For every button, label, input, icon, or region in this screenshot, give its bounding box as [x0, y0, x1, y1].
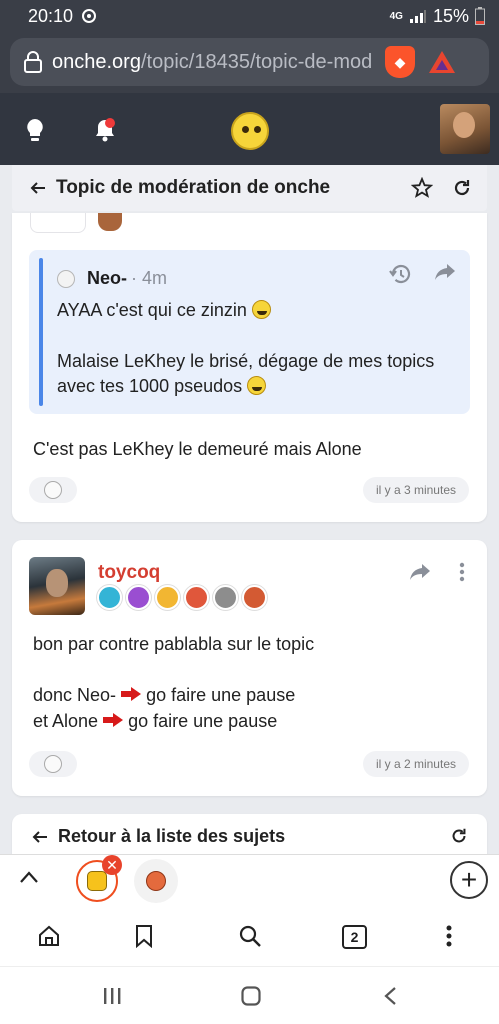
post-line-3: et Alone go faire une pause — [33, 711, 278, 731]
brave-shields-icon[interactable]: ◆ — [385, 46, 415, 78]
refresh-icon[interactable] — [449, 826, 469, 846]
network-label: 4G — [389, 10, 403, 22]
tab-count-button[interactable]: 2 — [342, 925, 367, 949]
menu-dots-icon[interactable] — [446, 924, 452, 948]
lock-icon[interactable] — [24, 51, 42, 73]
favorite-star-icon[interactable] — [411, 177, 433, 199]
laughing-emoji-icon — [251, 300, 271, 319]
back-to-list-label: Retour à la liste des sujets — [58, 826, 286, 846]
system-nav-bar — [0, 966, 499, 1024]
share-icon[interactable] — [409, 562, 431, 582]
author-avatar-partial[interactable] — [30, 213, 86, 233]
chevron-up-icon[interactable] — [20, 871, 38, 883]
quote-line-1: AYAA c'est qui ce zinzin — [57, 300, 271, 321]
topic-title-bar: Topic de modération de onche — [12, 165, 487, 211]
back-to-list-card: Retour à la liste des sujets — [12, 814, 487, 854]
reaction-smiley-icon — [44, 755, 62, 773]
url-text[interactable]: onche.org/topic/18435/topic-de-mod — [52, 51, 377, 74]
history-icon[interactable] — [388, 262, 412, 286]
share-icon[interactable] — [434, 262, 456, 282]
browser-nav-bar — [0, 910, 499, 966]
status-bar: 20:10 4G 15% — [0, 0, 499, 32]
home-icon[interactable] — [37, 924, 61, 948]
dollar-badge-icon — [126, 585, 151, 610]
face-badge-icon — [242, 585, 267, 610]
address-bar[interactable]: onche.org/topic/18435/topic-de-mod ◆ — [10, 38, 489, 86]
quote-author[interactable]: Neo- — [87, 268, 127, 289]
battery-icon — [475, 7, 485, 25]
lightbulb-icon[interactable] — [24, 118, 46, 142]
star-badge-icon — [97, 585, 122, 610]
rank-badge-icon — [98, 213, 122, 231]
post-timestamp: il y a 2 minutes — [362, 751, 469, 777]
new-tab-button[interactable]: + — [450, 861, 488, 899]
author-badges — [97, 585, 267, 610]
browser-chrome: 20:10 4G 15% onche.org/topic/18435/topic… — [0, 0, 499, 93]
post-line-2: donc Neo- go faire une pause — [33, 685, 296, 705]
back-button-icon[interactable] — [383, 986, 397, 1006]
sticker-badge-icon — [184, 585, 209, 610]
user-avatar[interactable] — [440, 104, 490, 154]
tab-strip — [0, 854, 499, 910]
quote-author-avatar — [57, 269, 75, 288]
red-arrow-icon — [121, 687, 142, 701]
post-card: Neo- · 4m AYAA c'est qui ce zinzin Malai… — [12, 213, 487, 522]
close-tab-icon[interactable]: ✕ — [102, 855, 122, 875]
signal-icon — [409, 10, 426, 23]
quote-time: · 4m — [131, 268, 167, 288]
sync-icon — [82, 9, 97, 23]
url-host: onche.org — [52, 50, 141, 73]
battery-percent: 15% — [432, 5, 469, 26]
post-timestamp: il y a 3 minutes — [362, 477, 469, 503]
smiley-badge-icon — [155, 585, 180, 610]
tab-inactive[interactable] — [134, 859, 178, 903]
portrait-badge-icon — [213, 585, 238, 610]
quote-bar — [39, 258, 43, 406]
notification-dot — [105, 118, 115, 128]
back-to-list-link[interactable]: Retour à la liste des sujets — [32, 826, 285, 847]
search-icon[interactable] — [238, 924, 262, 948]
post-text: C'est pas LeKhey le demeuré mais Alone — [33, 439, 362, 459]
quote-header: Neo- · 4m — [57, 268, 167, 289]
quote-line-3: avec tes 1000 pseudos — [57, 376, 267, 397]
reaction-button[interactable] — [29, 751, 77, 777]
site-favicon-icon — [87, 871, 107, 891]
red-arrow-icon — [103, 713, 124, 727]
back-arrow-icon[interactable] — [30, 180, 46, 196]
url-path: /topic/18435/topic-de-mod — [140, 50, 373, 73]
site-logo[interactable] — [231, 112, 269, 150]
post-line-1: bon par contre pablabla sur le topic — [33, 634, 315, 654]
quoted-message: Neo- · 4m AYAA c'est qui ce zinzin Malai… — [29, 250, 470, 414]
rewards-icon[interactable] — [429, 51, 455, 73]
reaction-button[interactable] — [29, 477, 77, 503]
status-time: 20:10 — [28, 5, 74, 26]
author-avatar[interactable] — [29, 557, 85, 615]
smile-emoji-icon — [247, 376, 267, 395]
more-options-icon[interactable] — [459, 562, 465, 582]
quote-line-2: Malaise LeKhey le brisé, dégage de mes t… — [57, 351, 435, 371]
back-arrow-icon — [32, 830, 47, 843]
post-card: toycoq bon par contre pablabla sur le to… — [12, 540, 487, 796]
topic-title: Topic de modération de onche — [56, 177, 331, 198]
reaction-smiley-icon — [44, 481, 62, 499]
refresh-icon[interactable] — [451, 177, 473, 199]
author-name[interactable]: toycoq — [98, 562, 160, 584]
bookmark-icon[interactable] — [134, 924, 154, 948]
site-favicon-icon — [146, 871, 166, 891]
home-button-icon[interactable] — [241, 986, 261, 1006]
recent-apps-icon[interactable] — [103, 987, 121, 1005]
